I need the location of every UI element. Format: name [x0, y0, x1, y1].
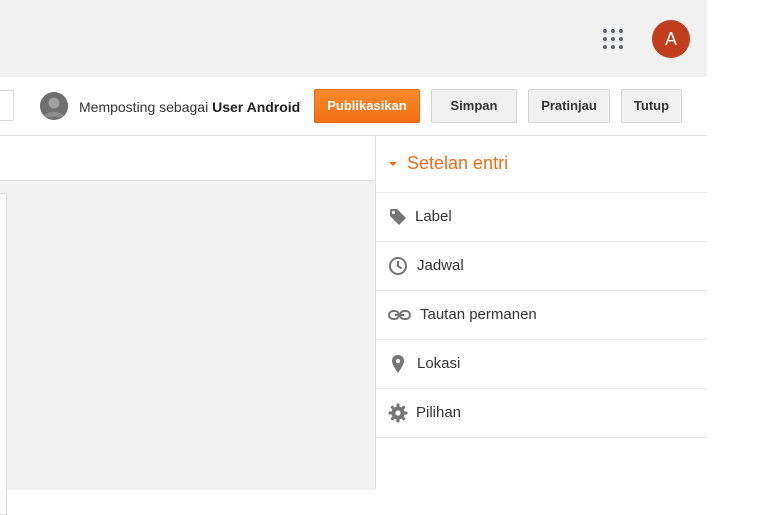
- tag-icon: [388, 207, 408, 227]
- sidebar-item-permalink[interactable]: Tautan permanen: [376, 291, 707, 340]
- sidebar-item-schedule-text: Jadwal: [417, 257, 464, 274]
- sidebar-item-label[interactable]: Label: [376, 193, 707, 242]
- preview-button[interactable]: Pratinjau: [528, 89, 610, 123]
- sidebar-item-permalink-text: Tautan permanen: [420, 306, 537, 323]
- sidebar-item-schedule[interactable]: Jadwal: [376, 242, 707, 291]
- editor-page[interactable]: [0, 193, 7, 515]
- sidebar-item-options-text: Pilihan: [416, 404, 462, 421]
- top-bar: A: [0, 0, 707, 77]
- editor-toolbar: [0, 136, 375, 181]
- post-settings-sidebar: Setelan entri Label Jadwal Tautan perman…: [375, 135, 707, 489]
- location-pin-icon: [388, 354, 408, 374]
- posting-as-text: Memposting sebagai User Android: [79, 99, 300, 115]
- gear-icon: [388, 403, 408, 423]
- link-icon: [388, 305, 411, 325]
- clock-icon: [388, 256, 408, 276]
- posting-as-prefix: Memposting sebagai: [79, 99, 209, 115]
- close-button[interactable]: Tutup: [621, 89, 682, 123]
- post-toolbar: Memposting sebagai User Android Publikas…: [0, 77, 707, 135]
- user-avatar: [40, 92, 68, 120]
- publish-button[interactable]: Publikasikan: [314, 89, 420, 123]
- sidebar-item-location[interactable]: Lokasi: [376, 340, 707, 389]
- post-settings-title: Setelan entri: [407, 153, 509, 173]
- account-avatar[interactable]: A: [652, 20, 690, 58]
- post-settings-header[interactable]: Setelan entri: [376, 136, 707, 193]
- editor-area: [0, 135, 375, 515]
- apps-grid-icon[interactable]: [603, 29, 623, 49]
- caret-down-icon: [389, 162, 397, 166]
- sidebar-item-label-text: Label: [415, 208, 452, 225]
- editor-canvas: [0, 181, 375, 515]
- sidebar-item-location-text: Lokasi: [417, 355, 461, 372]
- save-button[interactable]: Simpan: [431, 89, 517, 123]
- post-title-input[interactable]: [0, 90, 14, 121]
- posting-user-name: User Android: [212, 99, 301, 115]
- sidebar-item-options[interactable]: Pilihan: [376, 389, 707, 438]
